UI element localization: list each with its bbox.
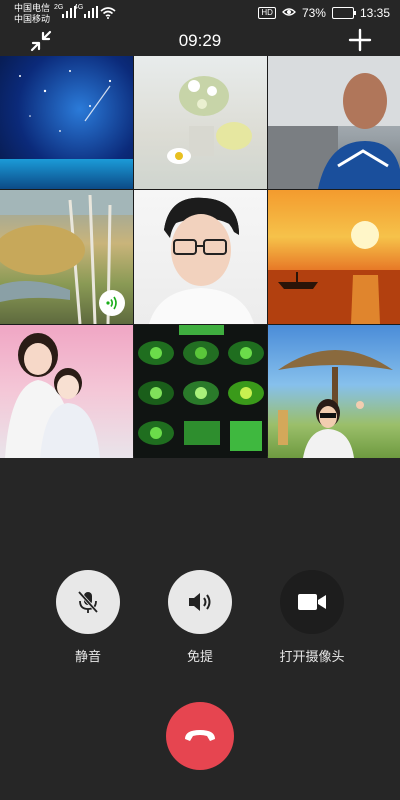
flowers-image (167, 76, 252, 164)
eye-icon (282, 6, 296, 20)
participant-grid (0, 56, 400, 458)
voice-wave-icon (106, 296, 117, 310)
sunset-image (268, 221, 400, 324)
carrier-2: 中国移动 (14, 14, 51, 24)
speaker-control: 免提 (145, 570, 255, 665)
participant-tile-8[interactable] (134, 325, 267, 458)
battery-percent: 73% (301, 6, 326, 20)
participant-tile-2[interactable] (134, 56, 267, 189)
speaker-icon (189, 593, 211, 611)
hd-badge: HD (258, 7, 276, 19)
camera-control: 打开摄像头 (257, 570, 367, 665)
add-participant-button[interactable] (348, 28, 372, 52)
starry-sky-image (19, 70, 112, 186)
participant-tile-6[interactable] (268, 190, 400, 324)
carrier-info: 中国电信 中国移动 (14, 3, 50, 25)
carrier-1: 中国电信 (14, 3, 51, 13)
plus-icon (348, 28, 372, 52)
mute-control: 静音 (33, 570, 143, 665)
participant-tile-5[interactable] (134, 190, 267, 324)
participant-tile-7[interactable] (0, 325, 133, 458)
microphone-off-icon (77, 590, 99, 614)
mute-button[interactable] (56, 570, 120, 634)
battery-icon (331, 7, 356, 19)
participant-tile-1[interactable] (0, 56, 133, 189)
hangup-phone-icon (185, 730, 215, 741)
man-portrait-image (268, 56, 400, 189)
speaker-button[interactable] (168, 570, 232, 634)
call-header: 09:29 (0, 28, 400, 56)
participant-tile-3[interactable] (268, 56, 400, 189)
young-man-image (149, 197, 254, 324)
wifi-icon (100, 6, 116, 19)
mute-label: 静音 (74, 649, 101, 664)
status-right: HD 73% 13:35 (258, 6, 390, 20)
video-camera-icon (298, 594, 326, 610)
woman-park-image (278, 350, 393, 458)
network-2-type: 4G (74, 4, 84, 11)
green-eyes-image (138, 325, 264, 451)
call-controls: 静音 免提 打开摄像头 (0, 570, 400, 670)
speaking-indicator (99, 290, 125, 316)
status-bar: 中国电信 中国移动 2G 4G HD 73% 13:35 (0, 0, 400, 28)
hangup-button[interactable] (166, 702, 234, 770)
clock: 13:35 (359, 6, 390, 20)
camera-button[interactable] (280, 570, 344, 634)
participant-tile-4[interactable] (0, 190, 133, 324)
two-girls-image (5, 333, 100, 458)
speaker-label: 免提 (186, 649, 213, 664)
camera-label: 打开摄像头 (279, 649, 345, 664)
call-timer: 09:29 (178, 31, 222, 50)
participant-tile-9[interactable] (268, 325, 400, 458)
